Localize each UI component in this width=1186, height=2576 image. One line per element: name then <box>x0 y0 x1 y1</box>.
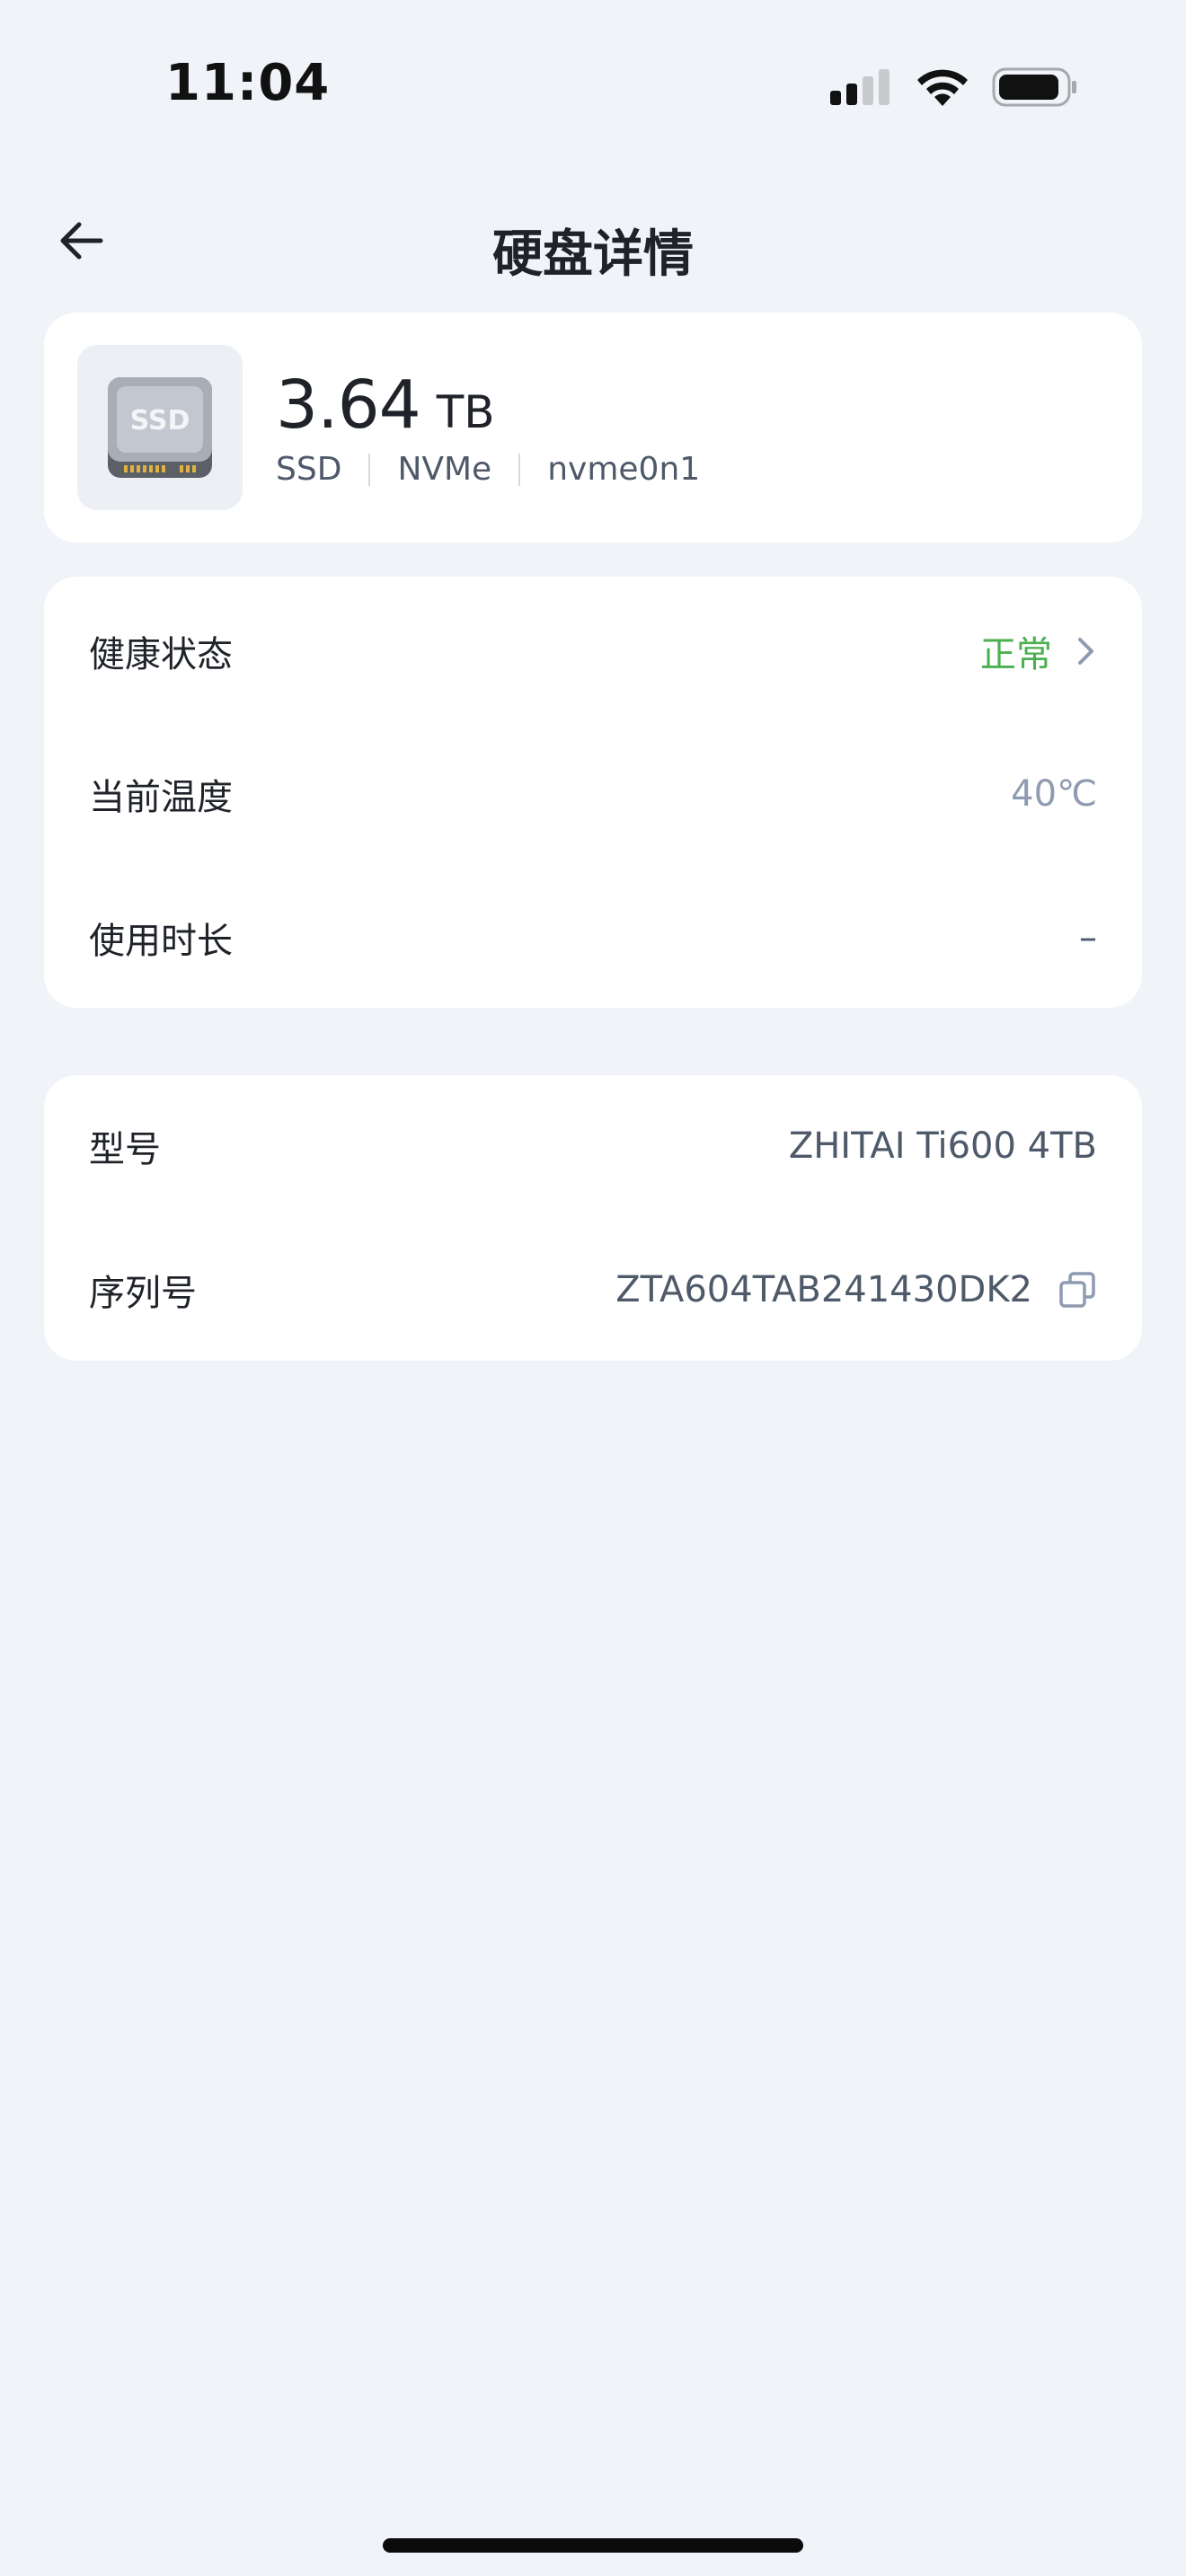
capacity: 3.64 TB <box>276 366 495 444</box>
disk-device: nvme0n1 <box>547 451 701 488</box>
disk-summary-card: SSD 3.64 TB SSD NVMe nvme0n1 <box>44 313 1142 543</box>
cellular-signal-icon <box>828 67 893 110</box>
health-status-row[interactable]: 健康状态 正常 <box>89 606 1097 696</box>
home-indicator <box>383 2538 803 2553</box>
model-label: 型号 <box>89 1129 161 1170</box>
model-value: ZHITAI Ti600 4TB <box>788 1125 1097 1167</box>
usage-duration-label: 使用时长 <box>89 921 233 962</box>
temperature-value: 40℃ <box>1011 773 1097 815</box>
info-card: 型号 ZHITAI Ti600 4TB 序列号 ZTA604TAB241430D… <box>44 1075 1142 1361</box>
capacity-value: 3.64 <box>276 366 421 444</box>
status-icons <box>828 66 1078 111</box>
status-card: 健康状态 正常 当前温度 40℃ 使用时长 – <box>44 577 1142 1008</box>
disk-interface: NVMe <box>397 451 492 488</box>
ssd-drive-icon: SSD <box>77 345 243 510</box>
meta-divider <box>518 453 521 486</box>
health-status-label: 健康状态 <box>89 634 233 675</box>
health-status-text: 正常 <box>980 634 1052 675</box>
ssd-icon-label: SSD <box>130 405 190 437</box>
chevron-right-icon <box>1075 635 1097 667</box>
capacity-unit: TB <box>436 386 495 438</box>
disk-type: SSD <box>276 451 342 488</box>
model-row: 型号 ZHITAI Ti600 4TB <box>89 1101 1097 1191</box>
usage-duration-row: 使用时长 – <box>89 893 1097 983</box>
disk-meta: SSD NVMe nvme0n1 <box>276 451 700 488</box>
status-time: 11:04 <box>165 54 331 112</box>
serial-label: 序列号 <box>89 1273 197 1314</box>
health-status-value: 正常 <box>980 625 1097 677</box>
nav-bar: 硬盘详情 <box>0 189 1186 296</box>
meta-divider <box>368 453 371 486</box>
copy-icon[interactable] <box>1058 1270 1097 1310</box>
page-title: 硬盘详情 <box>492 225 694 284</box>
serial-row: 序列号 ZTA604TAB241430DK2 <box>89 1245 1097 1335</box>
usage-duration-value: – <box>1079 917 1097 958</box>
temperature-row: 当前温度 40℃ <box>89 749 1097 839</box>
serial-value-group: ZTA604TAB241430DK2 <box>615 1269 1097 1310</box>
battery-icon <box>992 66 1078 111</box>
wifi-icon <box>915 66 970 111</box>
status-bar: 11:04 <box>0 0 1186 153</box>
temperature-label: 当前温度 <box>89 777 233 818</box>
serial-value: ZTA604TAB241430DK2 <box>615 1269 1032 1310</box>
